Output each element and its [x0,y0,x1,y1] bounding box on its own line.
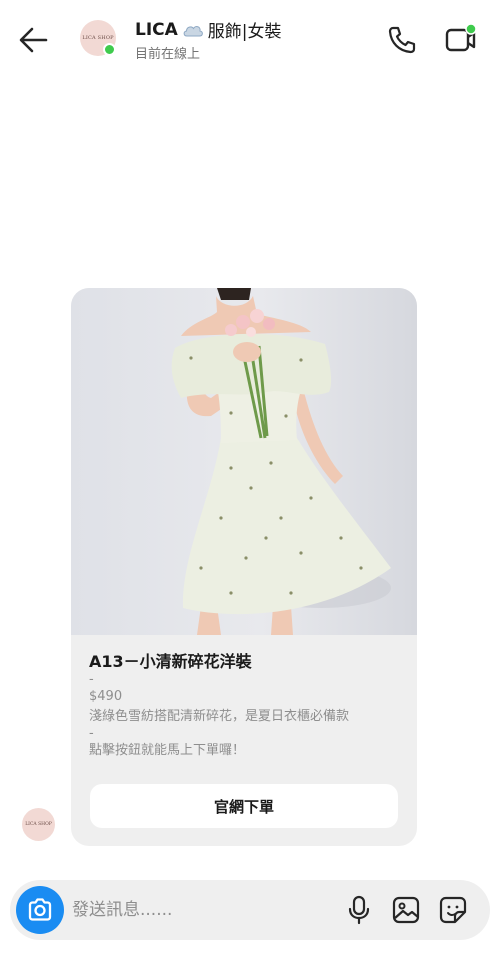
avatar-logo-text: LICA SHOP [82,35,114,41]
call-to-action-text: 點擊按鈕就能馬上下單囉！ [89,743,246,758]
call-button[interactable] [386,24,418,56]
product-image[interactable] [71,288,417,635]
sender-avatar-logo-text: LICA SHOP [25,822,52,827]
video-camera-icon [445,23,477,52]
message-input[interactable] [72,890,332,930]
chat-title[interactable]: LICA 服飾|女裝 [135,17,282,43]
voice-message-button[interactable] [344,894,374,926]
gallery-button[interactable] [391,895,421,925]
product-card-body: A13－小清新碎花洋裝 - $490 淺綠色雪紡搭配清新碎花，是夏日衣櫃必備款 … [71,635,417,761]
image-icon [392,896,420,924]
order-online-button[interactable]: 官網下單 [90,784,398,828]
product-title: A13－小清新碎花洋裝 [89,652,252,671]
product-price: $490 [89,689,123,704]
camera-button[interactable] [16,886,64,934]
phone-icon [388,26,416,54]
chat-header: LICA SHOP LICA 服飾|女裝 目前在線上 [0,0,500,78]
chat-status: 目前在線上 [135,47,201,62]
back-button[interactable] [16,24,52,56]
separator-line: - [89,726,94,741]
chat-title-category: 服飾|女裝 [207,22,282,42]
message-composer [10,880,490,940]
sender-avatar[interactable]: LICA SHOP [22,808,55,841]
video-call-button[interactable] [444,22,478,56]
chat-title-name: LICA [135,19,178,40]
arrow-left-icon [19,27,48,53]
sticker-icon [439,896,467,924]
sticker-button[interactable] [438,895,468,925]
product-card-message[interactable]: A13－小清新碎花洋裝 - $490 淺綠色雪紡搭配清新碎花，是夏日衣櫃必備款 … [71,288,417,846]
product-photo-illustration [171,288,391,635]
online-indicator [103,43,116,56]
camera-icon [28,898,52,921]
separator-line: - [89,672,94,687]
cloud-icon [183,25,203,36]
chat-screen: LICA SHOP LICA 服飾|女裝 目前在線上 A13－小清新碎花洋裝 -… [0,0,500,955]
product-description: 淺綠色雪紡搭配清新碎花，是夏日衣櫃必備款 [89,709,350,724]
microphone-icon [348,895,370,925]
